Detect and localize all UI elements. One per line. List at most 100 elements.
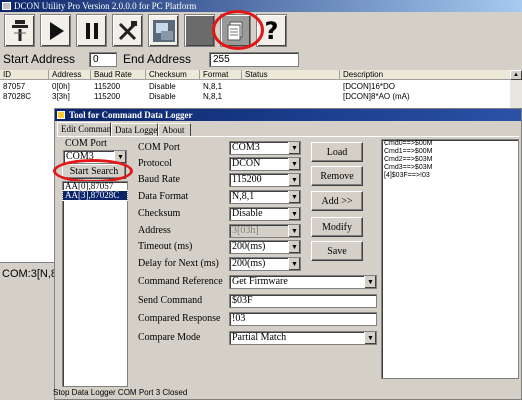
compare-mode-select[interactable]: Partial Match ▼ [229, 331, 377, 345]
add-button[interactable]: Add >> [311, 191, 363, 211]
com-port-label: COM Port [65, 138, 107, 149]
start-address-label: Start Address [3, 52, 76, 66]
chevron-down-icon: ▼ [288, 225, 300, 237]
cell-address: 0[0h] [52, 82, 70, 91]
field-label: Send Command [138, 295, 203, 306]
dialog-icon [57, 111, 65, 119]
scroll-up-icon[interactable]: ▲ [510, 70, 522, 80]
com-port-select[interactable]: COM3 ▼ [229, 141, 301, 155]
cell-baud: 115200 [94, 82, 121, 91]
dialog-title: Tool for Command Data Logger [69, 110, 193, 120]
tab-divider [57, 136, 519, 137]
cell-description: [DCON]16*DO [343, 82, 396, 91]
list-item[interactable]: Cmd0==>$00M [382, 140, 518, 148]
field-label: Data Format [138, 191, 189, 202]
app-icon [2, 2, 11, 10]
list-item[interactable]: AA[3],87028C [62, 190, 128, 201]
baud-rate-value: 115200 [232, 174, 262, 185]
field-label: COM Port [138, 142, 180, 153]
tab-edit-command[interactable]: Edit Command [57, 122, 116, 136]
save-button[interactable]: Save [311, 241, 363, 261]
chevron-down-icon: ▼ [364, 332, 376, 344]
field-label: Compared Response [138, 313, 221, 324]
send-command-input[interactable]: $03F [229, 294, 377, 308]
address-bar: Start Address 0 End Address 255 [0, 50, 522, 70]
timeout-value: 200(ms) [232, 241, 266, 252]
compared-response-input[interactable]: !03 [229, 312, 377, 326]
search-beam-icon [11, 19, 28, 41]
chevron-down-icon: ▼ [288, 142, 300, 154]
highlight-ring [212, 10, 264, 50]
field-label: Timeout (ms) [138, 241, 193, 252]
command-reference-select[interactable]: Get Firmware ▼ [229, 275, 377, 289]
tab-data-logger[interactable]: Data Logger [111, 123, 160, 136]
pause-icon [85, 22, 98, 39]
list-item[interactable]: Cmd2==>$03M [382, 156, 518, 164]
grid-empty-area [0, 120, 54, 262]
chevron-down-icon: ▼ [288, 241, 300, 253]
found-modules-list[interactable]: AA[0],87057 AA[3],87028C [62, 181, 128, 387]
cell-format: N,8,1 [203, 92, 223, 101]
run-button[interactable] [40, 14, 71, 47]
field-label: Compare Mode [138, 332, 201, 343]
list-item[interactable]: Cmd1==>$00M [382, 148, 518, 156]
chevron-down-icon: ▼ [288, 191, 300, 203]
chevron-down-icon: ▼ [288, 258, 300, 270]
field-label: Delay for Next (ms) [138, 258, 219, 269]
start-search-highlight [53, 159, 133, 183]
cell-format: N,8,1 [203, 82, 223, 91]
col-id[interactable]: ID [0, 70, 49, 80]
dialog-title-bar: Tool for Command Data Logger [55, 109, 521, 121]
delay-value: 200(ms) [232, 258, 266, 269]
terminal-button[interactable] [148, 14, 179, 47]
blank-toolbar-button[interactable] [184, 14, 215, 47]
col-description[interactable]: Description [340, 70, 522, 80]
dialog-status-text: Stop Data Logger COM Port 3 Closed [53, 388, 188, 397]
cell-id: 87057 [3, 82, 26, 91]
cell-checksum: Disable [149, 82, 176, 91]
field-label: Baud Rate [138, 174, 180, 185]
end-address-input[interactable]: 255 [209, 52, 299, 67]
field-label: Checksum [138, 208, 181, 219]
list-item[interactable]: [4]$03F==>!03 [382, 172, 518, 180]
window-title: DCON Utility Pro Version 2.0.0.0 for PC … [14, 1, 197, 11]
load-button[interactable]: Load [311, 142, 363, 162]
command-reference-value: Get Firmware [232, 276, 288, 287]
cell-checksum: Disable [149, 92, 176, 101]
baud-rate-select[interactable]: 115200 ▼ [229, 173, 301, 187]
cell-baud: 115200 [94, 92, 121, 101]
chevron-down-icon: ▼ [288, 208, 300, 220]
col-baud-rate[interactable]: Baud Rate [91, 70, 146, 80]
tab-about[interactable]: About [158, 123, 191, 136]
search-module-button[interactable] [4, 14, 35, 47]
remove-button[interactable]: Remove [311, 166, 363, 186]
play-icon [49, 21, 64, 40]
main-status-bar: COM:3[N,8 [0, 262, 56, 284]
data-format-select[interactable]: N,8,1 ▼ [229, 190, 301, 204]
timeout-select[interactable]: 200(ms) ▼ [229, 240, 301, 254]
command-list[interactable]: Cmd0==>$00M Cmd1==>$00M Cmd2==>$03M Cmd3… [381, 139, 519, 379]
field-label: Protocol [138, 158, 172, 169]
com-port-value: COM3 [232, 142, 260, 153]
compare-mode-value: Partial Match [232, 332, 287, 343]
end-address-label: End Address [123, 52, 192, 66]
data-logger-dialog: Tool for Command Data Logger Edit Comman… [53, 108, 522, 400]
col-status[interactable]: Status [242, 70, 340, 80]
delay-select[interactable]: 200(ms) ▼ [229, 257, 301, 271]
pause-button[interactable] [76, 14, 107, 47]
main-vertical-scrollbar[interactable]: ▲ [510, 70, 522, 108]
col-format[interactable]: Format [200, 70, 242, 80]
list-item[interactable]: Cmd3==>$03M [382, 164, 518, 172]
protocol-select[interactable]: DCON ▼ [229, 157, 301, 171]
col-checksum[interactable]: Checksum [146, 70, 200, 80]
field-label: Address [138, 225, 171, 236]
cell-description: [DCON]8*AO (mA) [343, 92, 410, 101]
start-address-input[interactable]: 0 [89, 52, 117, 67]
modify-button[interactable]: Modify [311, 217, 363, 237]
field-label: Command Reference [138, 276, 223, 287]
checksum-select[interactable]: Disable ▼ [229, 207, 301, 221]
checksum-value: Disable [232, 208, 263, 219]
tools-icon [118, 20, 137, 40]
col-address[interactable]: Address [49, 70, 91, 80]
tools-button[interactable] [112, 14, 143, 47]
